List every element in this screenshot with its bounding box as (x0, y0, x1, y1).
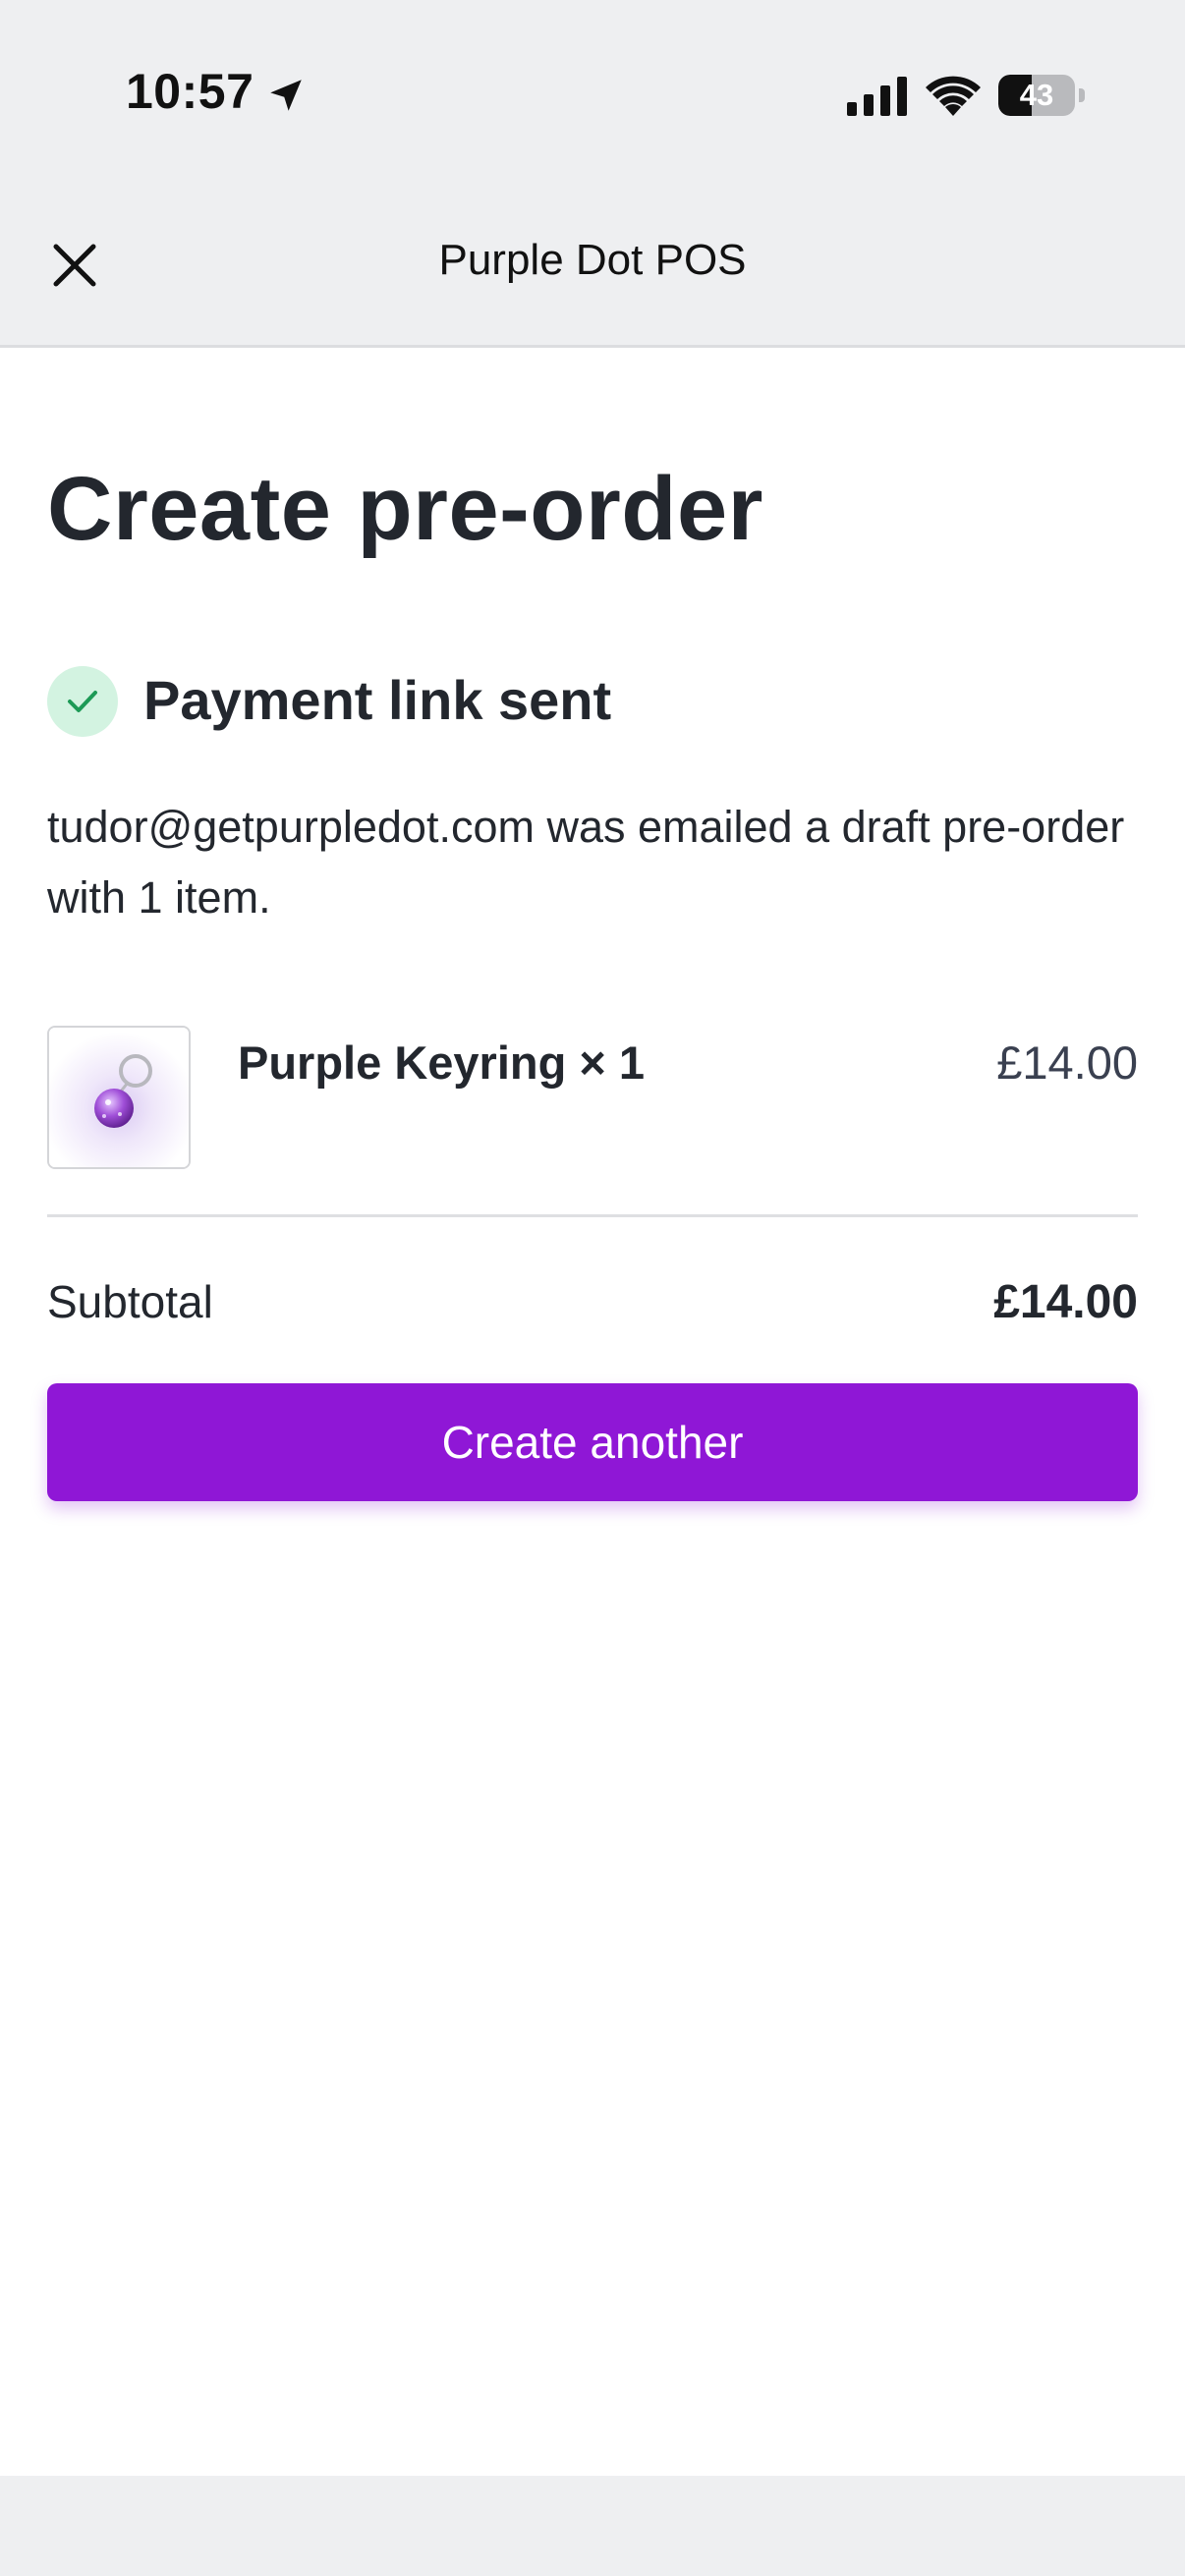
subtotal-label: Subtotal (47, 1276, 213, 1327)
divider (47, 1214, 1138, 1217)
bottom-bar (0, 2476, 1185, 2576)
cellular-signal-icon (847, 77, 907, 116)
check-icon (68, 691, 97, 712)
location-arrow-icon (270, 80, 302, 111)
subtotal-value: £14.00 (993, 1276, 1138, 1328)
success-status: Payment link sent (47, 666, 1138, 737)
item-name: Purple Keyring × 1 (238, 1036, 646, 1089)
list-item: Purple Keyring × 1 £14.00 (47, 1026, 1138, 1169)
nav-title: Purple Dot POS (438, 236, 747, 284)
item-price: £14.00 (996, 1036, 1138, 1089)
keyring-thumbnail (47, 1026, 191, 1169)
success-badge (47, 666, 118, 737)
confirmation-message: tudor@getpurpledot.com was emailed a dra… (47, 802, 1125, 923)
battery-level: 43 (1019, 78, 1054, 112)
page-title: Create pre-order (47, 459, 763, 559)
battery-icon: 43 (998, 75, 1085, 116)
success-text: Payment link sent (143, 669, 612, 731)
wifi-icon (926, 76, 981, 116)
status-time: 10:57 (126, 64, 254, 119)
top-bar: 10:57 43 Purple Dot POS (0, 0, 1185, 348)
create-another-button[interactable]: Create another (47, 1383, 1138, 1501)
